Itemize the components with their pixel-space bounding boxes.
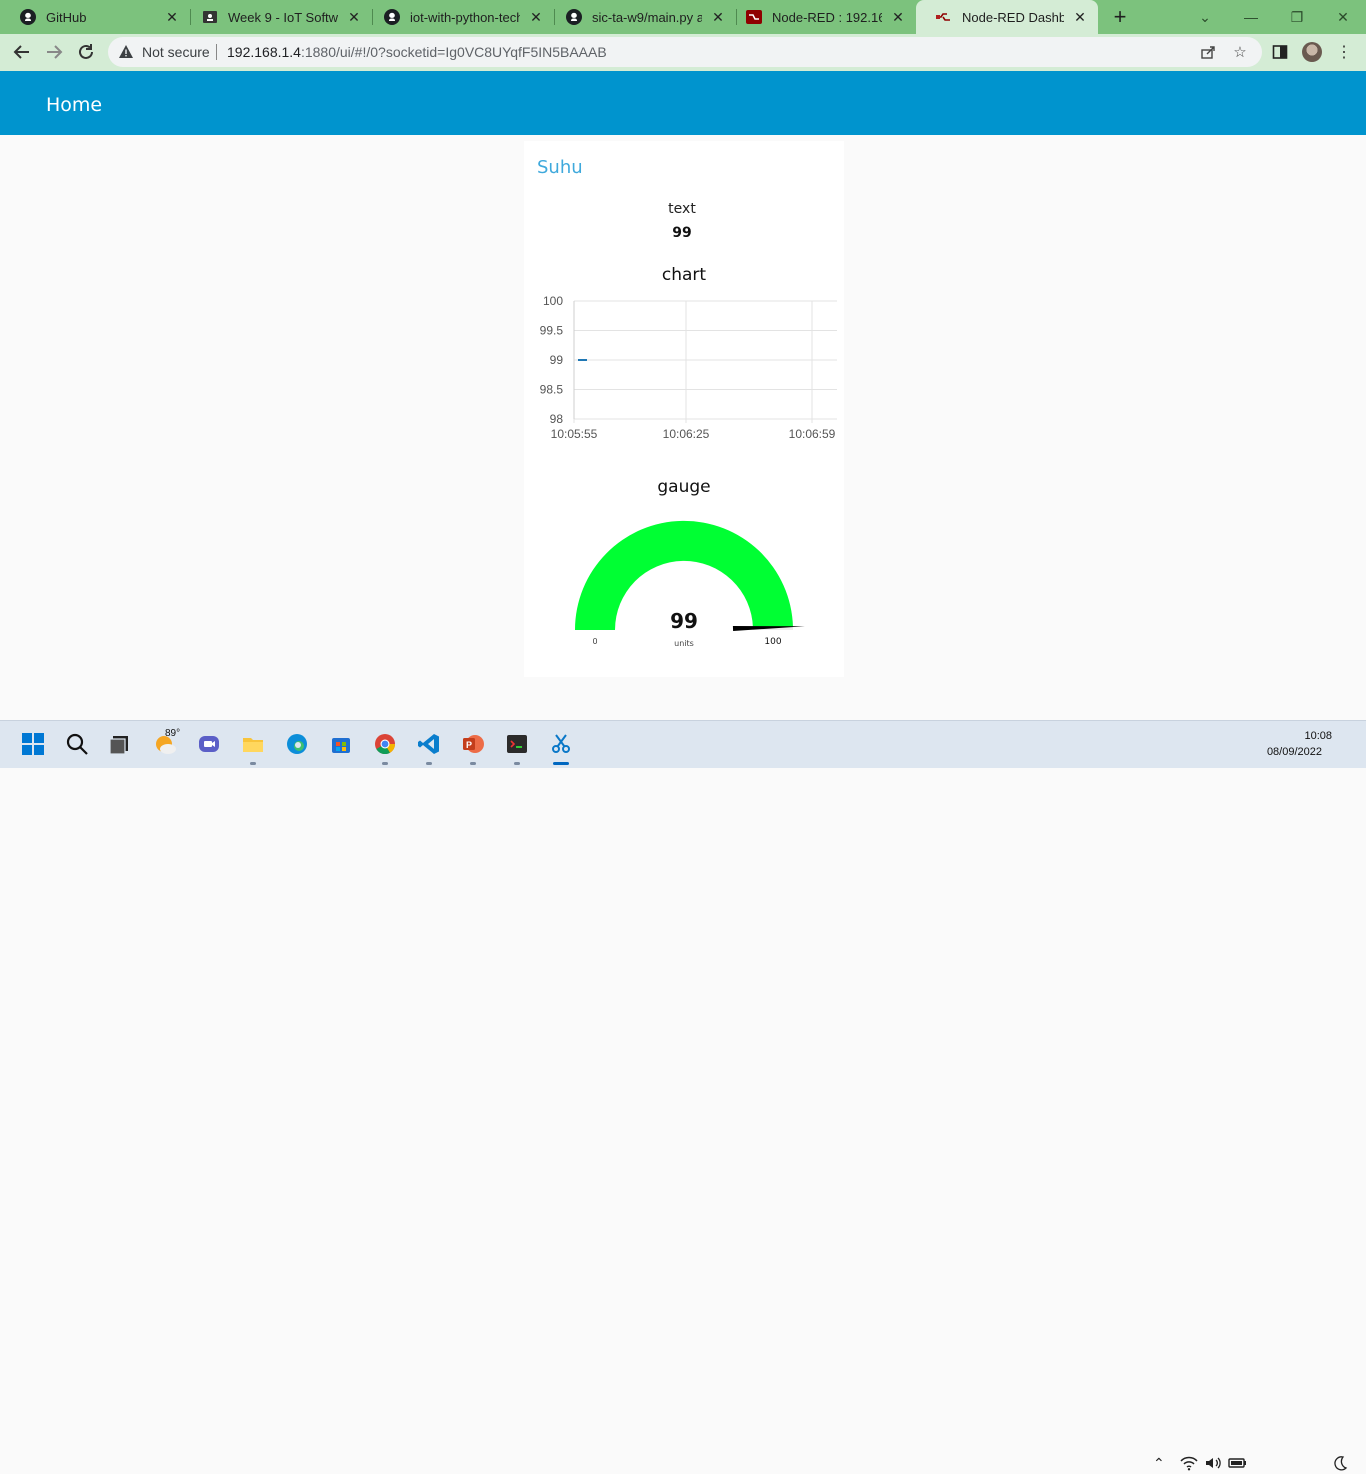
gauge-min-label: 0 bbox=[592, 637, 597, 646]
share-icon[interactable] bbox=[1198, 42, 1218, 62]
svg-text:P: P bbox=[466, 740, 472, 750]
text-widget-value: 99 bbox=[672, 225, 692, 241]
tab-sic-main[interactable]: sic-ta-w9/main.py at n ✕ bbox=[546, 0, 736, 34]
close-tab-icon[interactable]: ✕ bbox=[890, 9, 906, 25]
chart-x-tick-label: 10:06:25 bbox=[663, 427, 710, 441]
page-title: Home bbox=[46, 94, 103, 116]
chart-y-tick-label: 98 bbox=[550, 412, 564, 426]
clock-time[interactable]: 10:08 bbox=[1262, 730, 1332, 742]
tab-iot-python[interactable]: iot-with-python-techn ✕ bbox=[364, 0, 554, 34]
chart-title: chart bbox=[661, 265, 707, 285]
node-red-icon bbox=[746, 9, 762, 25]
gauge-units: units bbox=[674, 639, 694, 648]
terminal-app-icon[interactable] bbox=[504, 731, 530, 757]
group-title: Suhu bbox=[537, 157, 583, 178]
powerpoint-icon[interactable]: P bbox=[460, 731, 486, 757]
forward-icon[interactable] bbox=[40, 38, 68, 66]
gauge-title: gauge bbox=[657, 477, 711, 497]
gauge-value: 99 bbox=[670, 609, 698, 633]
windows-taskbar: P ⌃ bbox=[0, 720, 1366, 1471]
task-view-icon[interactable] bbox=[106, 731, 132, 757]
warning-icon[interactable] bbox=[118, 44, 134, 60]
tab-title: sic-ta-w9/main.py at n bbox=[592, 9, 702, 25]
chevron-up-icon[interactable]: ⌃ bbox=[1153, 1455, 1165, 1472]
url-host: 192.168.1.4 bbox=[227, 44, 301, 60]
tab-node-red-dashboard[interactable]: Node-RED Dashboard ✕ bbox=[916, 0, 1098, 34]
battery-icon[interactable] bbox=[1228, 1455, 1248, 1474]
gauge-widget: 99 units 0 100 bbox=[574, 520, 805, 648]
edge-browser-icon[interactable] bbox=[284, 731, 310, 757]
tab-title: Week 9 - IoT Software bbox=[228, 9, 338, 25]
tab-title: iot-with-python-techn bbox=[410, 9, 520, 25]
classroom-icon bbox=[202, 9, 218, 25]
reload-icon[interactable] bbox=[72, 38, 100, 66]
line-chart[interactable]: 100 99.5 99 98.5 9810:05:55 10:06:25 10:06:59 bbox=[524, 291, 844, 451]
github-icon bbox=[384, 9, 400, 25]
security-label[interactable]: Not secure bbox=[142, 44, 210, 60]
notifications-moon-icon[interactable] bbox=[1332, 1455, 1348, 1474]
chrome-icon[interactable] bbox=[372, 731, 398, 757]
profile-avatar[interactable] bbox=[1298, 38, 1326, 66]
tab-node-red[interactable]: Node-RED : 192.168.1. ✕ bbox=[726, 0, 916, 34]
tab-search-icon[interactable]: ⌄ bbox=[1182, 0, 1228, 34]
close-tab-icon[interactable]: ✕ bbox=[346, 9, 362, 25]
chart-x-tick-label: 10:06:59 bbox=[789, 427, 836, 441]
menu-kebab-icon[interactable]: ⋮ bbox=[1330, 38, 1358, 66]
chart-y-tick-label: 100 bbox=[543, 294, 563, 308]
close-tab-icon[interactable]: ✕ bbox=[1072, 9, 1088, 25]
browser-toolbar: Not secure 192.168.1.4:1880/ui/#!/0?sock… bbox=[0, 34, 1366, 71]
minimize-icon[interactable]: — bbox=[1228, 0, 1274, 34]
start-windows-icon[interactable] bbox=[20, 731, 46, 757]
close-tab-icon[interactable]: ✕ bbox=[528, 9, 544, 25]
teams-chat-icon[interactable] bbox=[196, 731, 222, 757]
github-icon bbox=[566, 9, 582, 25]
active-app-indicator bbox=[553, 762, 569, 765]
clock-date[interactable]: 08/09/2022 bbox=[1250, 746, 1322, 758]
dashboard-header: Home bbox=[0, 71, 1366, 135]
address-bar[interactable]: Not secure 192.168.1.4:1880/ui/#!/0?sock… bbox=[108, 37, 1262, 67]
tab-title: GitHub bbox=[46, 9, 87, 25]
search-icon[interactable] bbox=[64, 731, 90, 757]
close-tab-icon[interactable]: ✕ bbox=[710, 9, 726, 25]
browser-tab-strip: GitHub ✕ Week 9 - IoT Software ✕ iot-wit… bbox=[0, 0, 1366, 34]
wifi-icon[interactable] bbox=[1180, 1455, 1198, 1474]
tab-github[interactable]: GitHub ✕ bbox=[0, 0, 190, 34]
chart-x-tick-label: 10:05:55 bbox=[551, 427, 598, 441]
restore-icon[interactable]: ❐ bbox=[1274, 0, 1320, 34]
omnibox-divider bbox=[216, 44, 217, 60]
gauge-max-label: 100 bbox=[764, 637, 781, 647]
volume-icon[interactable] bbox=[1204, 1455, 1222, 1474]
store-icon[interactable] bbox=[328, 731, 354, 757]
back-icon[interactable] bbox=[8, 38, 36, 66]
chart-y-tick-label: 99 bbox=[550, 353, 564, 367]
new-tab-button[interactable]: + bbox=[1108, 5, 1132, 29]
running-indicator bbox=[382, 762, 388, 765]
close-window-icon[interactable]: ✕ bbox=[1320, 0, 1366, 34]
avatar-image bbox=[1302, 42, 1322, 62]
running-indicator bbox=[250, 762, 256, 765]
github-icon bbox=[20, 9, 36, 25]
snipping-tool-icon[interactable] bbox=[548, 731, 574, 757]
running-indicator bbox=[470, 762, 476, 765]
tab-title: Node-RED Dashboard bbox=[962, 9, 1064, 25]
node-red-dashboard-icon bbox=[936, 9, 952, 25]
text-widget-label: text bbox=[668, 201, 696, 217]
running-indicator bbox=[426, 762, 432, 765]
weather-temperature: 89° bbox=[165, 728, 181, 739]
group-card-suhu: Suhu text 99 chart 100 99.5 99 98.5 98 10:05:… bbox=[524, 141, 844, 677]
gauge-needle bbox=[732, 626, 805, 631]
tab-week9[interactable]: Week 9 - IoT Software ✕ bbox=[182, 0, 372, 34]
tab-title: Node-RED : 192.168.1. bbox=[772, 9, 882, 25]
url-path: :1880/ui/#!/0?socketid=Ig0VC8UYqfF5IN5BA… bbox=[300, 44, 607, 60]
vscode-icon[interactable] bbox=[416, 731, 442, 757]
running-indicator bbox=[514, 762, 520, 765]
chart-y-tick-label: 99.5 bbox=[540, 324, 564, 338]
url-text[interactable]: 192.168.1.4:1880/ui/#!/0?socketid=Ig0VC8… bbox=[227, 44, 607, 60]
close-tab-icon[interactable]: ✕ bbox=[164, 9, 180, 25]
bookmark-star-icon[interactable]: ☆ bbox=[1230, 42, 1250, 62]
chart-y-tick-label: 98.5 bbox=[540, 383, 564, 397]
side-panel-icon[interactable] bbox=[1266, 38, 1294, 66]
file-explorer-icon[interactable] bbox=[240, 731, 266, 757]
